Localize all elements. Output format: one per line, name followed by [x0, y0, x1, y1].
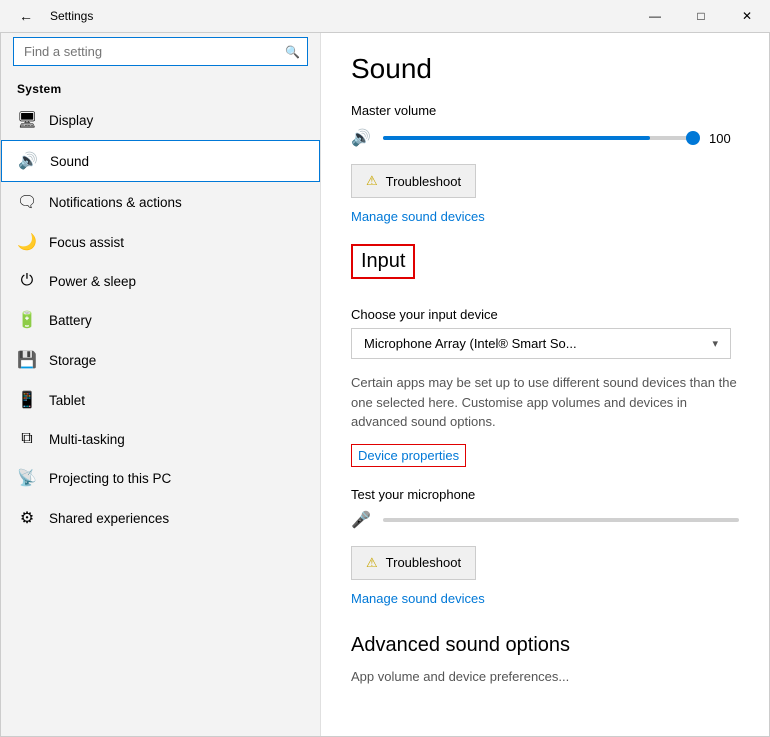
microphone-icon: 🎤 — [351, 510, 371, 530]
sidebar: 🔍 System 🖥 Display 🔊 Sound 🗨 Notificatio… — [1, 33, 321, 736]
search-icon: 🔍 — [285, 45, 300, 59]
projecting-icon: 📡 — [17, 468, 37, 488]
focus-icon: 🌙 — [17, 232, 37, 252]
battery-icon: 🔋 — [17, 310, 37, 330]
storage-icon: 💾 — [17, 350, 37, 370]
sidebar-item-label-display: Display — [49, 113, 93, 128]
sidebar-item-shared[interactable]: ⚙ Shared experiences — [1, 498, 320, 538]
volume-value: 100 — [709, 131, 739, 146]
shared-icon: ⚙ — [17, 508, 37, 528]
sidebar-item-label-storage: Storage — [49, 353, 96, 368]
input-device-dropdown[interactable]: Microphone Array (Intel® Smart So... ▾ — [351, 328, 731, 359]
sidebar-item-sound[interactable]: 🔊 Sound — [1, 140, 320, 182]
sidebar-item-battery[interactable]: 🔋 Battery — [1, 300, 320, 340]
sidebar-item-tablet[interactable]: 📱 Tablet — [1, 380, 320, 420]
manage-sound-link-1[interactable]: Manage sound devices — [351, 209, 485, 224]
titlebar: ← Settings — □ ✕ — [0, 0, 770, 32]
maximize-button[interactable]: □ — [678, 0, 724, 32]
sidebar-item-label-projecting: Projecting to this PC — [49, 471, 171, 486]
troubleshoot-label-2: Troubleshoot — [386, 555, 461, 570]
sidebar-item-display[interactable]: 🖥 Display — [1, 100, 320, 140]
master-volume-label: Master volume — [351, 103, 739, 118]
mic-level-bar — [383, 518, 739, 522]
troubleshoot-label-1: Troubleshoot — [386, 174, 461, 189]
close-button[interactable]: ✕ — [724, 0, 770, 32]
titlebar-left: ← Settings — [10, 0, 93, 32]
sidebar-item-label-sound: Sound — [50, 154, 89, 169]
display-icon: 🖥 — [17, 110, 37, 130]
main-window: 🔍 System 🖥 Display 🔊 Sound 🗨 Notificatio… — [0, 32, 770, 737]
volume-slider-thumb — [686, 131, 700, 145]
search-box-container: 🔍 — [13, 37, 308, 66]
multitasking-icon: ⧉ — [17, 430, 37, 448]
warning-icon-1: ⚠ — [366, 173, 378, 189]
volume-slider[interactable] — [383, 136, 697, 140]
sidebar-item-label-notifications: Notifications & actions — [49, 195, 182, 210]
sidebar-item-storage[interactable]: 💾 Storage — [1, 340, 320, 380]
sidebar-item-projecting[interactable]: 📡 Projecting to this PC — [1, 458, 320, 498]
input-section-heading: Input — [351, 244, 415, 279]
advanced-heading: Advanced sound options — [351, 634, 739, 657]
troubleshoot-button-1[interactable]: ⚠ Troubleshoot — [351, 164, 476, 198]
sidebar-item-label-focus: Focus assist — [49, 235, 124, 250]
sidebar-item-label-shared: Shared experiences — [49, 511, 169, 526]
sidebar-item-label-battery: Battery — [49, 313, 92, 328]
volume-icon: 🔊 — [351, 128, 371, 148]
manage-sound-link-2[interactable]: Manage sound devices — [351, 591, 485, 606]
content-area: Sound Master volume 🔊 100 ⚠ Troubleshoot… — [321, 33, 769, 736]
microphone-row: 🎤 — [351, 510, 739, 530]
search-input[interactable] — [13, 37, 308, 66]
input-device-value: Microphone Array (Intel® Smart So... — [364, 336, 577, 351]
test-mic-label: Test your microphone — [351, 487, 739, 502]
choose-input-label: Choose your input device — [351, 307, 739, 322]
back-button[interactable]: ← — [10, 0, 42, 32]
tablet-icon: 📱 — [17, 390, 37, 410]
app-volume-label: App volume and device preferences... — [351, 669, 739, 684]
minimize-button[interactable]: — — [632, 0, 678, 32]
troubleshoot-button-2[interactable]: ⚠ Troubleshoot — [351, 546, 476, 580]
sidebar-item-label-tablet: Tablet — [49, 393, 85, 408]
sidebar-section-title: System — [1, 74, 320, 100]
volume-row: 🔊 100 — [351, 128, 739, 148]
sidebar-item-focus[interactable]: 🌙 Focus assist — [1, 222, 320, 262]
sidebar-item-notifications[interactable]: 🗨 Notifications & actions — [1, 182, 320, 222]
device-properties-link[interactable]: Device properties — [351, 444, 466, 467]
titlebar-title: Settings — [50, 9, 93, 23]
sidebar-item-power[interactable]: ⏻ Power & sleep — [1, 262, 320, 300]
volume-slider-fill — [383, 136, 650, 140]
power-icon: ⏻ — [17, 272, 37, 290]
page-title: Sound — [351, 53, 739, 85]
warning-icon-2: ⚠ — [366, 555, 378, 571]
notifications-icon: 🗨 — [17, 192, 37, 212]
chevron-down-icon: ▾ — [712, 337, 718, 350]
input-info-text: Certain apps may be set up to use differ… — [351, 373, 739, 432]
sound-icon: 🔊 — [18, 151, 38, 171]
sidebar-item-multitasking[interactable]: ⧉ Multi-tasking — [1, 420, 320, 458]
titlebar-controls: — □ ✕ — [632, 0, 770, 32]
input-device-row: Choose your input device Microphone Arra… — [351, 307, 739, 359]
sidebar-item-label-multitasking: Multi-tasking — [49, 432, 125, 447]
sidebar-item-label-power: Power & sleep — [49, 274, 136, 289]
